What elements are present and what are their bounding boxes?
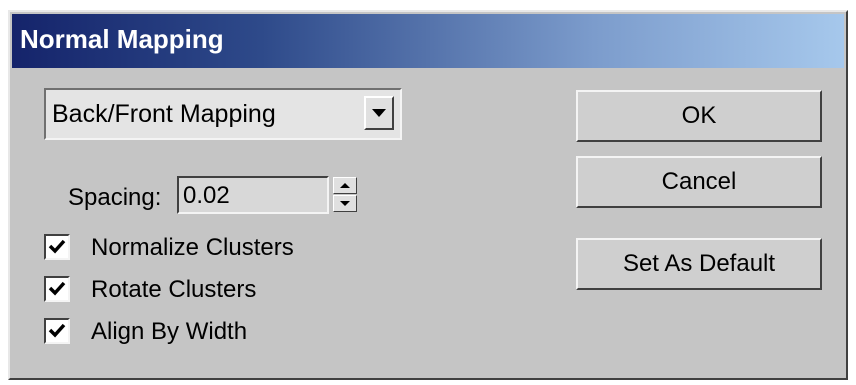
rotate-clusters-label: Rotate Clusters [91, 276, 257, 303]
spacing-input[interactable]: 0.02 [177, 176, 329, 214]
set-as-default-button[interactable]: Set As Default [576, 238, 822, 290]
checkmark-icon [48, 281, 66, 296]
title-bar[interactable]: Normal Mapping [12, 14, 844, 68]
mapping-type-dropdown[interactable]: Back/Front Mapping [44, 88, 402, 140]
arrow-up-icon [340, 183, 350, 188]
spin-up-button[interactable] [333, 177, 357, 194]
checkmark-icon [48, 323, 66, 338]
spacing-spinner[interactable] [333, 176, 361, 214]
dropdown-arrow-button[interactable] [364, 96, 394, 130]
cancel-button[interactable]: Cancel [576, 156, 822, 208]
align-by-width-checkbox[interactable] [44, 318, 70, 344]
mapping-type-value: Back/Front Mapping [52, 100, 276, 128]
checkmark-icon [48, 239, 66, 254]
window-title: Normal Mapping [20, 24, 224, 54]
rotate-clusters-checkbox[interactable] [44, 276, 70, 302]
normalize-clusters-checkbox[interactable] [44, 234, 70, 260]
align-by-width-label: Align By Width [91, 318, 248, 345]
normalize-clusters-label: Normalize Clusters [91, 234, 294, 261]
arrow-down-icon [340, 201, 350, 206]
normal-mapping-dialog: Normal Mapping Back/Front Mapping Spacin… [8, 10, 848, 380]
chevron-down-icon [372, 109, 386, 117]
spacing-label: Spacing: [68, 184, 162, 211]
spin-down-button[interactable] [333, 195, 357, 212]
ok-button[interactable]: OK [576, 90, 822, 142]
